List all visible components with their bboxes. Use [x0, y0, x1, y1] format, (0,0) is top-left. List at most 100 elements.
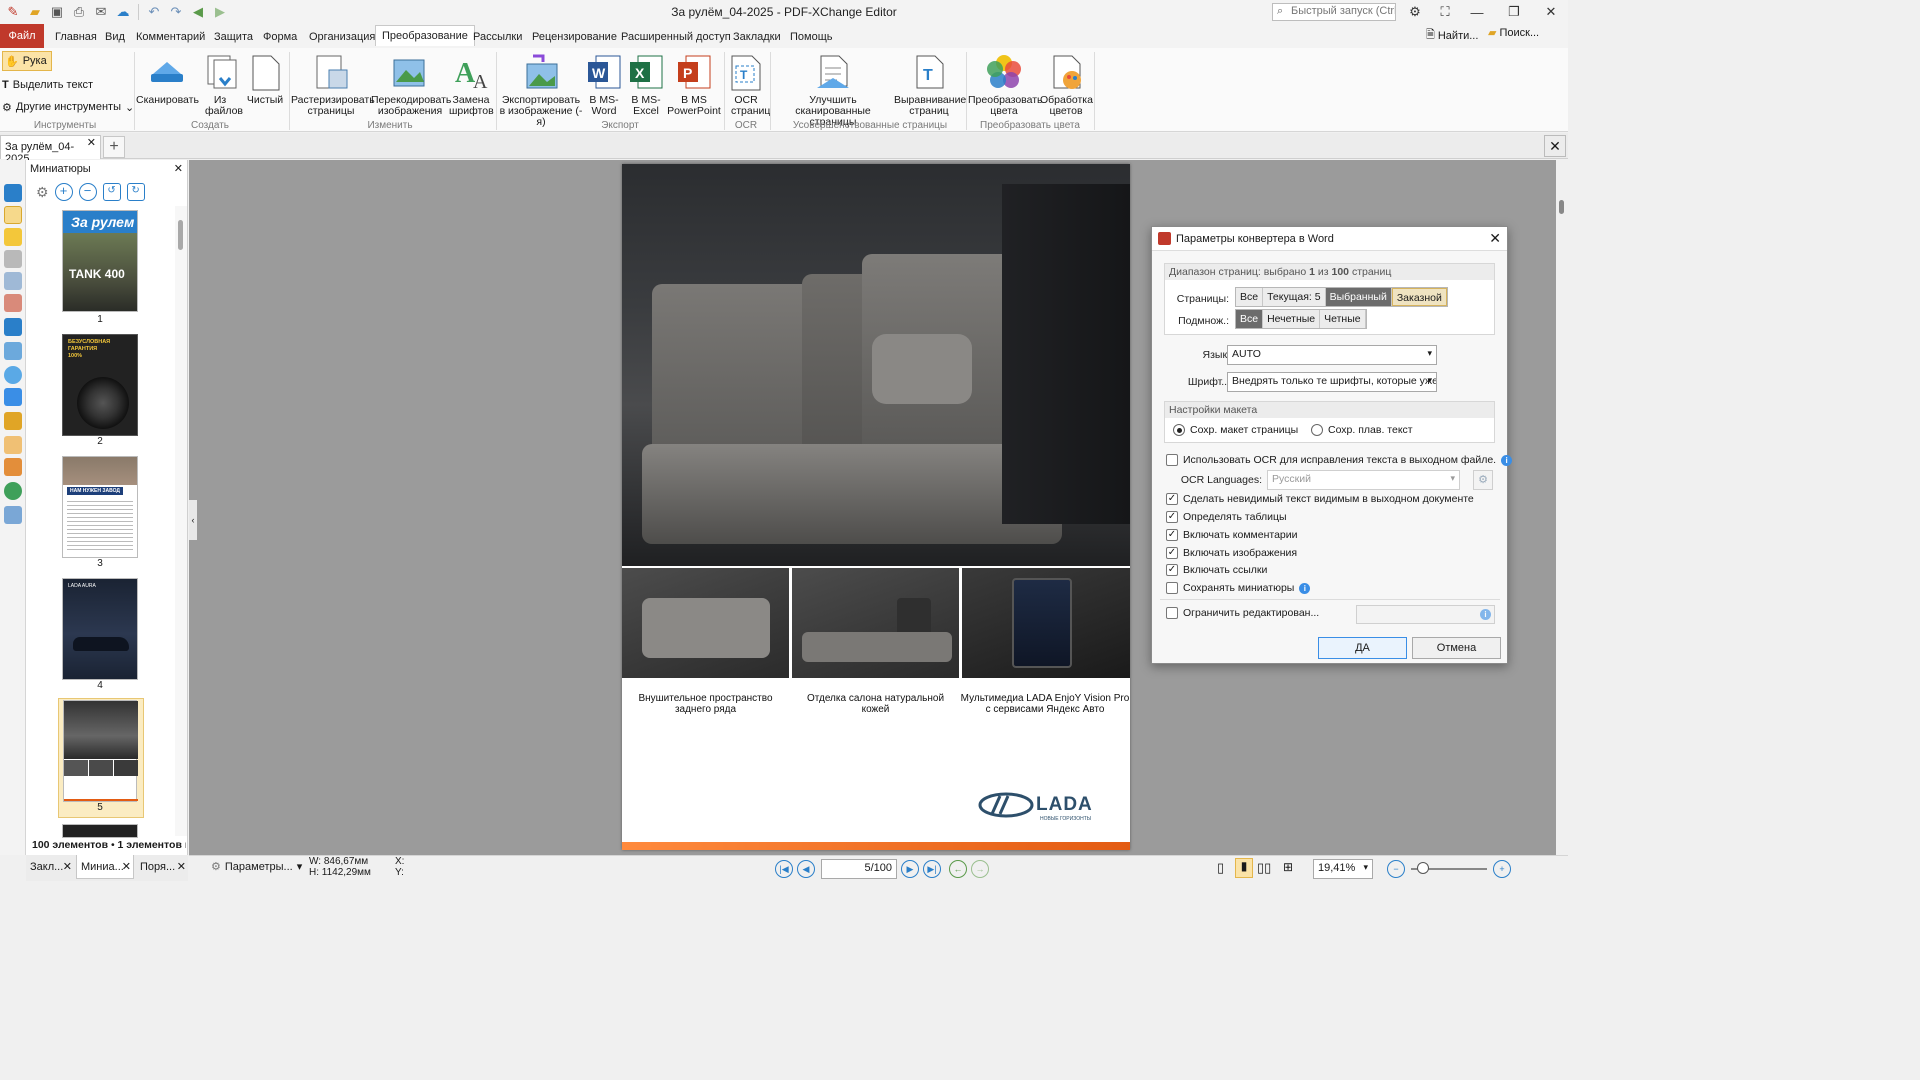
- ocr-pages-button[interactable]: T OCR страниц: [726, 52, 770, 117]
- close-tab-icon[interactable]: ✕: [87, 136, 96, 149]
- info-icon[interactable]: i: [1480, 609, 1491, 620]
- option-include-links[interactable]: ✓ Включать ссылки: [1166, 564, 1267, 576]
- status-params-button[interactable]: ⚙ Параметры... ▾: [211, 860, 302, 874]
- recode-images-button[interactable]: Перекодировать изображения: [371, 52, 451, 117]
- undo-icon[interactable]: ↶: [145, 3, 163, 21]
- subset-option-even[interactable]: Четные: [1320, 310, 1366, 328]
- restore-button[interactable]: ❐: [1497, 0, 1531, 24]
- zoom-slider-knob[interactable]: [1417, 862, 1429, 874]
- convert-colors-button[interactable]: Преобразовать цвета: [968, 52, 1043, 117]
- zoom-select[interactable]: 19,41% ▾: [1313, 859, 1373, 879]
- option-restrict-editing[interactable]: Ограничить редактирован...: [1166, 607, 1319, 619]
- tab-convert[interactable]: Преобразование: [375, 25, 475, 46]
- ocr-checkbox[interactable]: Использовать OCR для исправления текста …: [1166, 454, 1513, 466]
- last-page-icon[interactable]: ▶|: [923, 860, 941, 878]
- thumbnail-page-5[interactable]: [63, 700, 138, 802]
- rotate-right-icon[interactable]: ↻: [126, 183, 145, 201]
- comments-panel-icon[interactable]: [4, 228, 22, 246]
- tab-comment[interactable]: Комментарий: [136, 27, 205, 48]
- scan-button[interactable]: Сканировать: [136, 52, 199, 106]
- radio-flowing-text-control[interactable]: [1311, 424, 1323, 436]
- scroll-thumb[interactable]: [178, 220, 183, 250]
- language-select[interactable]: AUTO ▾: [1227, 345, 1437, 365]
- radio-flowing-text[interactable]: Сохр. плав. текст: [1311, 424, 1413, 436]
- checkbox-box[interactable]: ✓: [1166, 511, 1178, 523]
- checkbox-box[interactable]: ✓: [1166, 547, 1178, 559]
- font-select[interactable]: Внедрять только те шрифты, которые уже ▾: [1227, 372, 1437, 392]
- tab-mailings[interactable]: Рассылки: [473, 27, 522, 48]
- save-icon[interactable]: ▣: [48, 3, 66, 21]
- forward-icon[interactable]: ▶: [211, 3, 229, 21]
- info-icon[interactable]: i: [1501, 454, 1513, 466]
- tab-order-panel[interactable]: Поря... ✕: [136, 855, 188, 879]
- option-include-comments[interactable]: ✓ Включать комментарии: [1166, 529, 1298, 541]
- pages-option-selected[interactable]: Выбранный: [1325, 288, 1392, 306]
- other-tools-button[interactable]: ⚙ Другие инструменты ⌄: [2, 97, 134, 117]
- checkbox-box[interactable]: [1166, 582, 1178, 594]
- content-panel-icon[interactable]: [4, 342, 22, 360]
- to-excel-button[interactable]: X В MS-Excel: [624, 52, 668, 117]
- from-files-button[interactable]: Из файлов: [196, 52, 244, 117]
- tab-protect[interactable]: Защита: [214, 27, 253, 48]
- tab-form[interactable]: Форма: [263, 27, 297, 48]
- thumbnails-panel-icon[interactable]: [4, 206, 22, 224]
- properties-panel-icon[interactable]: [4, 506, 22, 524]
- tab-share[interactable]: Расширенный доступ: [621, 27, 731, 48]
- subset-option-all[interactable]: Все: [1236, 310, 1264, 328]
- close-document-button[interactable]: ✕: [1544, 135, 1566, 157]
- tab-help[interactable]: Помощь: [790, 27, 833, 48]
- back-view-icon[interactable]: ←: [949, 860, 967, 878]
- continuous-page-icon[interactable]: ▮: [1235, 858, 1253, 878]
- checkbox-box[interactable]: [1166, 607, 1178, 619]
- email-icon[interactable]: ✉: [92, 3, 110, 21]
- thumbnail-page-4[interactable]: LADA AURA: [62, 578, 138, 680]
- document-tab[interactable]: За рулём_04-2025 ✕: [0, 135, 101, 165]
- close-panel-icon[interactable]: ✕: [174, 162, 183, 175]
- ok-button[interactable]: ДА: [1318, 637, 1407, 659]
- redo-icon[interactable]: ↷: [167, 3, 185, 21]
- thumb-options-icon[interactable]: ⚙: [36, 184, 49, 201]
- tab-view[interactable]: Вид: [105, 27, 125, 48]
- app-logo-icon[interactable]: ✎: [4, 3, 22, 21]
- links-panel-icon[interactable]: [4, 412, 22, 430]
- page-number-input[interactable]: 5/100: [821, 859, 897, 879]
- info-icon[interactable]: i: [1299, 582, 1311, 594]
- radio-keep-layout-control[interactable]: [1173, 424, 1185, 436]
- options-icon[interactable]: ⚙: [1398, 0, 1432, 24]
- option-invisible-text[interactable]: ✓ Сделать невидимый текст видимым в выход…: [1166, 493, 1474, 505]
- signatures-panel-icon[interactable]: [4, 294, 22, 312]
- tab-file[interactable]: Файл: [0, 24, 44, 48]
- improve-scanned-button[interactable]: Улучшить сканированные страницы: [772, 52, 894, 128]
- back-icon[interactable]: ◀: [189, 3, 207, 21]
- zoom-out-icon[interactable]: −: [78, 183, 97, 201]
- rasterize-button[interactable]: Растеризировать страницы: [291, 52, 375, 117]
- tags-panel-icon[interactable]: [4, 436, 22, 454]
- tab-bookmarks-panel[interactable]: Закл... ✕: [26, 855, 74, 879]
- zoom-in-icon[interactable]: +: [1493, 860, 1511, 878]
- search-panel-icon[interactable]: [4, 366, 22, 384]
- prev-page-icon[interactable]: ◀: [797, 860, 815, 878]
- attachments-panel-icon[interactable]: [4, 250, 22, 268]
- close-dialog-icon[interactable]: ✕: [1489, 230, 1501, 247]
- thumbnails-scrollbar[interactable]: [175, 206, 187, 836]
- order-panel-icon[interactable]: [4, 458, 22, 476]
- tab-review[interactable]: Рецензирование: [532, 27, 617, 48]
- close-icon[interactable]: ✕: [122, 855, 131, 879]
- scroll-thumb[interactable]: [1559, 200, 1564, 214]
- close-button[interactable]: ✕: [1534, 0, 1568, 24]
- pages-option-custom[interactable]: Заказной: [1391, 288, 1447, 306]
- checkbox-box[interactable]: ✓: [1166, 529, 1178, 541]
- thumbnail-page-6[interactable]: [62, 824, 138, 838]
- print-icon[interactable]: ⎙: [70, 3, 88, 21]
- single-page-icon[interactable]: ▯: [1217, 860, 1224, 876]
- checkbox-box[interactable]: ✓: [1166, 564, 1178, 576]
- first-page-icon[interactable]: |◀: [775, 860, 793, 878]
- process-colors-button[interactable]: Обработка цветов: [1040, 52, 1093, 117]
- cancel-button[interactable]: Отмена: [1412, 637, 1501, 659]
- rotate-left-icon[interactable]: ↺: [102, 183, 121, 201]
- blank-button[interactable]: Чистый: [244, 52, 286, 106]
- pages-option-all[interactable]: Все: [1236, 288, 1264, 306]
- replace-fonts-button[interactable]: AA Замена шрифтов: [449, 52, 494, 117]
- tab-thumbnails-panel[interactable]: Миниа... ✕: [76, 855, 134, 879]
- option-include-images[interactable]: ✓ Включать изображения: [1166, 547, 1297, 559]
